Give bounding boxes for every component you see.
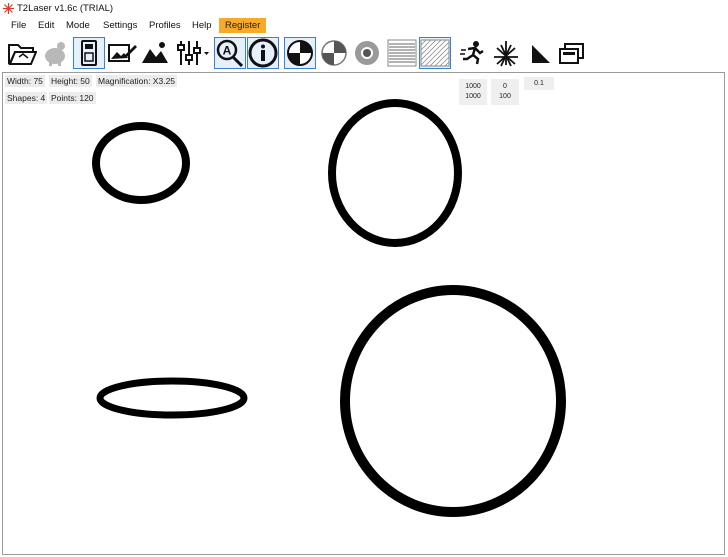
edit-image-icon (108, 44, 137, 62)
edit-image-button[interactable] (106, 37, 138, 69)
half-target-icon (321, 40, 347, 66)
usb-device-icon (81, 40, 97, 66)
piggy-bank-icon (45, 42, 65, 66)
drawing-canvas[interactable]: Width: 75 Height: 50 Magnification: X3.2… (2, 72, 725, 555)
menu-bar: File Edit Mode Settings Profiles Help Re… (0, 17, 728, 34)
diagonal-hatch-pattern-icon (420, 39, 450, 67)
image-button[interactable] (139, 37, 171, 69)
laser-button[interactable] (490, 37, 522, 69)
menu-file[interactable]: File (6, 19, 31, 32)
title-bar: T2Laser v1.6c (TRIAL) (0, 0, 728, 17)
toolbar: A (0, 34, 728, 72)
grayscale-button[interactable] (351, 37, 383, 69)
open-folder-icon (8, 44, 37, 65)
layers-button[interactable] (555, 37, 587, 69)
corner-button[interactable] (524, 37, 556, 69)
ellipse-shape-3[interactable] (96, 377, 248, 419)
menu-profiles[interactable]: Profiles (144, 19, 186, 32)
hatch-pattern-button[interactable] (419, 37, 451, 69)
run-button[interactable] (456, 37, 488, 69)
ellipse-shape-1[interactable] (92, 122, 190, 204)
save-piggy-button[interactable] (40, 37, 72, 69)
circle-shape-4[interactable] (340, 285, 566, 517)
window-title: T2Laser v1.6c (TRIAL) (17, 3, 114, 14)
menu-edit[interactable]: Edit (33, 19, 59, 32)
running-man-icon (460, 41, 484, 65)
triangle-corner-icon (532, 45, 550, 63)
horizontal-lines-pattern-icon (387, 39, 417, 67)
ellipse-shape-2[interactable] (328, 99, 462, 247)
search-a-icon: A (216, 39, 244, 68)
text-search-button[interactable]: A (214, 37, 246, 69)
shapes-layer (92, 99, 566, 517)
app-logo-icon (3, 3, 14, 14)
menu-help[interactable]: Help (187, 19, 217, 32)
menu-settings[interactable]: Settings (98, 19, 142, 32)
open-file-button[interactable] (6, 37, 38, 69)
svg-text:A: A (223, 44, 232, 58)
sliders-icon (177, 41, 209, 65)
chrome-circle-icon (355, 41, 379, 65)
contrast-button[interactable] (284, 37, 316, 69)
connect-device-button[interactable] (73, 37, 105, 69)
image-icon (142, 42, 168, 63)
info-icon (248, 38, 278, 68)
contrast-target-icon (287, 40, 313, 66)
dither-button[interactable] (318, 37, 350, 69)
menu-register[interactable]: Register (219, 18, 267, 33)
adjustments-button[interactable] (174, 37, 212, 69)
line-pattern-button[interactable] (386, 37, 418, 69)
laser-burst-icon (494, 41, 518, 67)
info-button[interactable] (247, 37, 279, 69)
menu-mode[interactable]: Mode (61, 19, 95, 32)
layers-icon (559, 43, 584, 64)
